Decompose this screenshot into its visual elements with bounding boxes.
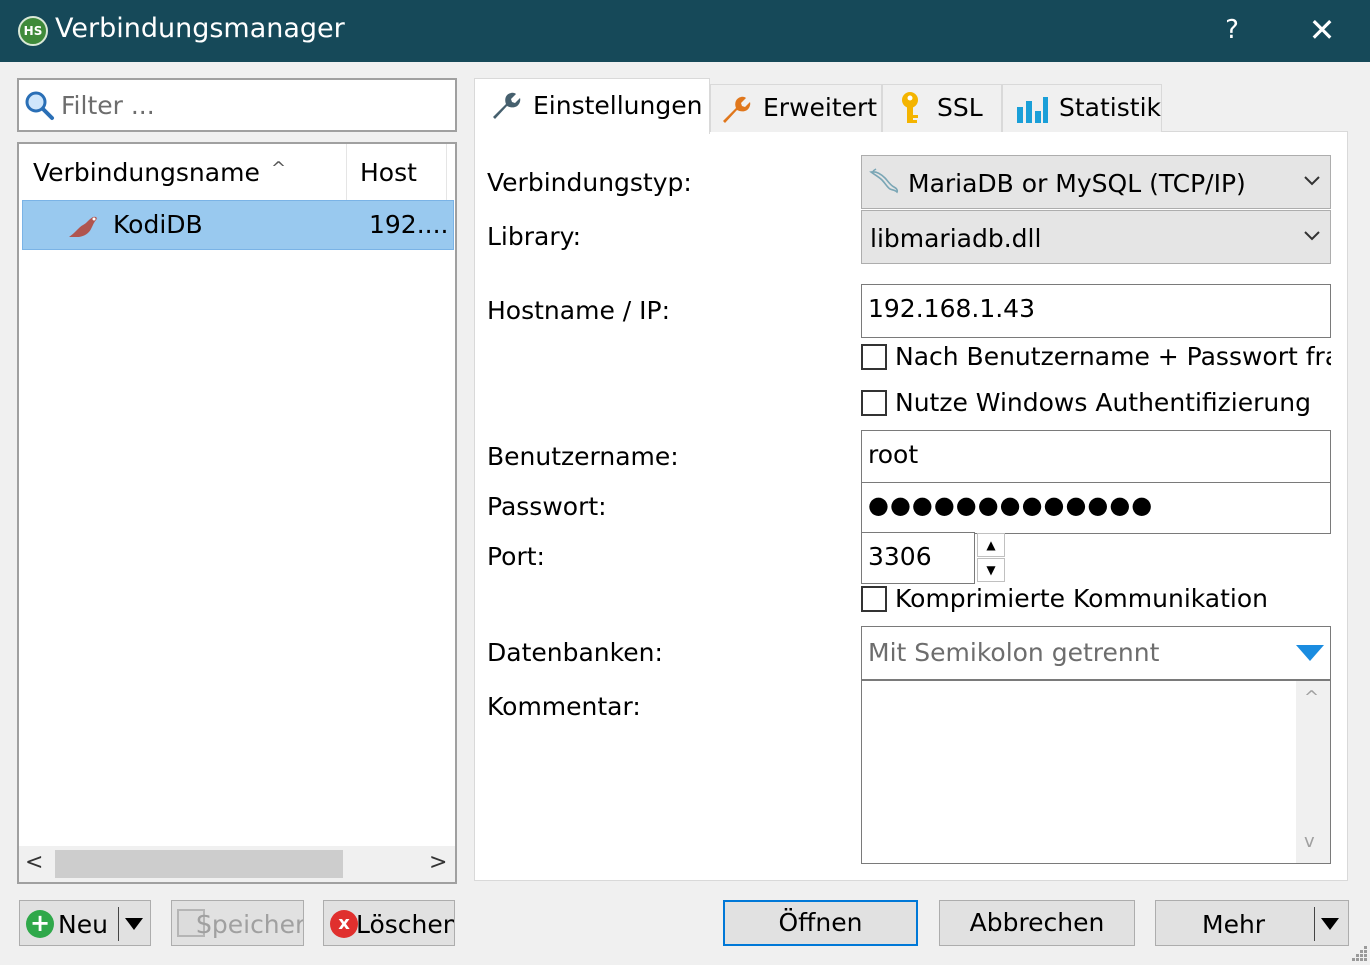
chevron-down-icon bbox=[1304, 176, 1320, 186]
close-button[interactable]: ✕ bbox=[1300, 10, 1344, 50]
tab-einstellungen[interactable]: Einstellungen bbox=[474, 78, 710, 134]
windows-auth-label: Nutze Windows Authentifizierung bbox=[895, 388, 1311, 417]
save-button[interactable]: Speichern bbox=[171, 900, 304, 946]
tab-erweitert-label: Erweitert bbox=[763, 93, 878, 122]
library-label: Library: bbox=[487, 222, 582, 251]
split-divider bbox=[118, 907, 119, 941]
horizontal-scrollbar[interactable]: < > bbox=[19, 846, 455, 882]
port-label: Port: bbox=[487, 542, 545, 571]
scroll-right-icon[interactable]: > bbox=[429, 850, 447, 875]
scroll-up-icon[interactable]: ^ bbox=[1304, 687, 1319, 708]
help-button[interactable]: ? bbox=[1212, 10, 1252, 50]
port-input[interactable]: 3306 bbox=[861, 532, 975, 584]
connection-type-label: Verbindungstyp: bbox=[487, 168, 692, 197]
sort-ascending-icon: ^ bbox=[271, 158, 287, 179]
more-button-label: Mehr bbox=[1202, 910, 1266, 939]
open-button[interactable]: Öffnen bbox=[723, 900, 918, 946]
connection-host: 192.... bbox=[369, 210, 449, 239]
password-input[interactable]: ●●●●●●●●●●●●● bbox=[861, 482, 1331, 534]
save-button-label: Speichern bbox=[196, 910, 304, 939]
hostname-label: Hostname / IP: bbox=[487, 296, 671, 325]
delete-button-label: Löschen bbox=[356, 910, 455, 939]
tab-statistik[interactable]: Statistik bbox=[1002, 84, 1162, 132]
connection-type-value: MariaDB or MySQL (TCP/IP) bbox=[908, 169, 1246, 198]
column-header-name[interactable]: Verbindungsname ^ bbox=[19, 144, 347, 200]
delete-circle-icon: x bbox=[330, 910, 358, 938]
username-label: Benutzername: bbox=[487, 442, 679, 471]
ask-credentials-checkbox[interactable]: Nach Benutzername + Passwort fragen bbox=[861, 342, 1331, 372]
window-title: Verbindungsmanager bbox=[55, 13, 345, 44]
databases-label: Datenbanken: bbox=[487, 638, 663, 667]
databases-placeholder: Mit Semikolon getrennt bbox=[868, 638, 1160, 667]
scroll-left-icon[interactable]: < bbox=[25, 850, 43, 875]
new-button-label: Neu bbox=[58, 910, 108, 939]
port-value: 3306 bbox=[868, 542, 932, 571]
compressed-checkbox[interactable]: Komprimierte Kommunikation bbox=[861, 584, 1331, 614]
filter-box bbox=[17, 78, 457, 132]
hostname-input[interactable]: 192.168.1.43 bbox=[861, 284, 1331, 338]
tab-ssl-label: SSL bbox=[937, 93, 983, 122]
wrench-icon bbox=[493, 92, 521, 119]
bar-chart-icon bbox=[1017, 97, 1048, 123]
mysql-dolphin-icon bbox=[869, 168, 899, 194]
password-masked-value: ●●●●●●●●●●●●● bbox=[868, 491, 1154, 519]
column-header-name-label: Verbindungsname bbox=[33, 158, 260, 187]
tab-einstellungen-label: Einstellungen bbox=[533, 91, 703, 120]
comment-textarea[interactable]: ^ v bbox=[861, 680, 1331, 864]
filter-input[interactable] bbox=[59, 86, 449, 124]
wrench-icon bbox=[723, 96, 751, 123]
dropdown-arrow-icon[interactable] bbox=[124, 917, 144, 931]
connection-name: KodiDB bbox=[113, 210, 203, 239]
heidisql-app-icon: HS bbox=[18, 16, 48, 46]
hostname-value: 192.168.1.43 bbox=[868, 294, 1035, 323]
tab-statistik-label: Statistik bbox=[1059, 93, 1161, 122]
scroll-down-icon[interactable]: v bbox=[1304, 831, 1315, 852]
windows-auth-checkbox[interactable]: Nutze Windows Authentifizierung bbox=[861, 388, 1331, 418]
username-input[interactable]: root bbox=[861, 430, 1331, 484]
dropdown-arrow-icon[interactable] bbox=[1320, 917, 1340, 931]
ask-credentials-label: Nach Benutzername + Passwort fragen bbox=[895, 342, 1331, 371]
databases-input[interactable]: Mit Semikolon getrennt bbox=[861, 626, 1331, 680]
cancel-button[interactable]: Abbrechen bbox=[939, 900, 1135, 946]
checkbox-box[interactable] bbox=[861, 344, 887, 370]
plus-circle-icon: + bbox=[26, 910, 54, 938]
split-divider bbox=[1314, 907, 1315, 941]
tab-ssl[interactable]: SSL bbox=[882, 84, 1002, 132]
dropdown-triangle-icon[interactable] bbox=[1294, 643, 1326, 663]
connection-type-select[interactable]: MariaDB or MySQL (TCP/IP) bbox=[861, 155, 1331, 209]
connection-row[interactable]: KodiDB 192.... bbox=[22, 200, 454, 250]
tab-erweitert[interactable]: Erweitert bbox=[710, 84, 882, 132]
checkbox-box[interactable] bbox=[861, 586, 887, 612]
checkbox-box[interactable] bbox=[861, 390, 887, 416]
delete-button[interactable]: x Löschen bbox=[323, 900, 455, 946]
more-button[interactable]: Mehr bbox=[1155, 900, 1349, 946]
comment-label: Kommentar: bbox=[487, 692, 641, 721]
chevron-down-icon bbox=[1304, 231, 1320, 241]
port-increment-button[interactable]: ▲ bbox=[977, 533, 1005, 557]
resize-grip-icon[interactable] bbox=[1350, 944, 1368, 962]
scrollbar-thumb[interactable] bbox=[55, 850, 343, 878]
title-bar[interactable]: HS Verbindungsmanager ? ✕ bbox=[0, 0, 1370, 62]
library-value: libmariadb.dll bbox=[870, 224, 1042, 253]
username-value: root bbox=[868, 440, 919, 469]
connection-list[interactable]: Verbindungsname ^ Host KodiDB 192.... < … bbox=[17, 142, 457, 884]
compressed-label: Komprimierte Kommunikation bbox=[895, 584, 1269, 613]
comment-scrollbar[interactable]: ^ v bbox=[1296, 681, 1330, 863]
search-icon bbox=[25, 91, 54, 120]
port-decrement-button[interactable]: ▼ bbox=[977, 558, 1005, 582]
password-label: Passwort: bbox=[487, 492, 607, 521]
column-header-host-label: Host bbox=[360, 158, 417, 187]
library-select[interactable]: libmariadb.dll bbox=[861, 210, 1331, 264]
new-button[interactable]: + Neu bbox=[19, 900, 151, 946]
key-icon bbox=[902, 92, 918, 123]
column-header-host[interactable]: Host bbox=[347, 144, 447, 200]
mariadb-seal-icon bbox=[69, 216, 97, 237]
